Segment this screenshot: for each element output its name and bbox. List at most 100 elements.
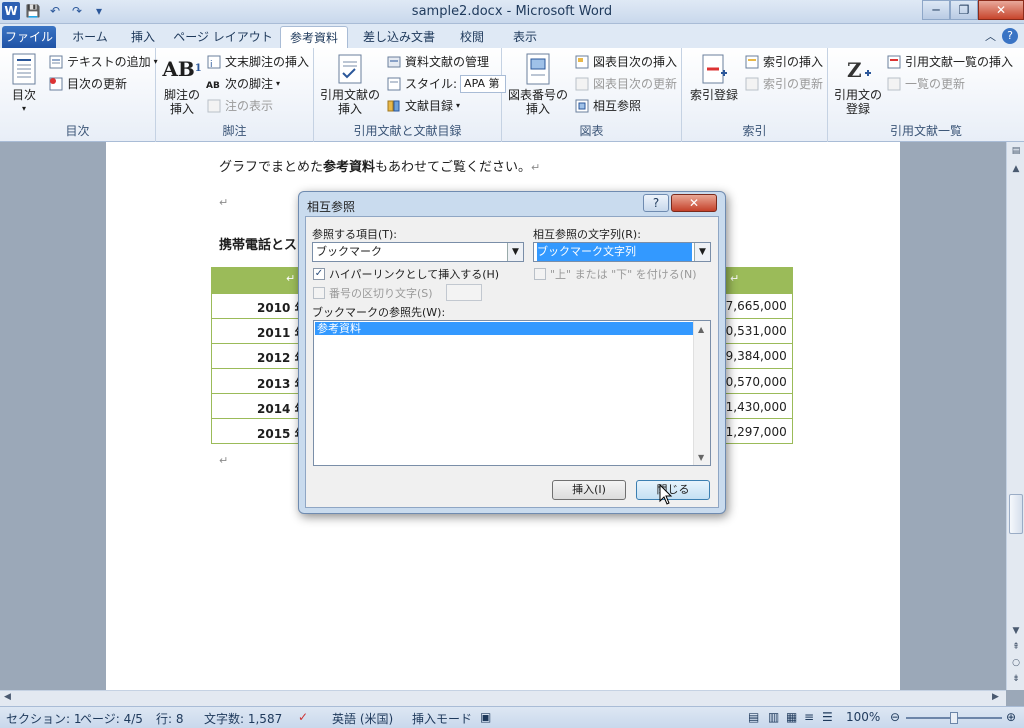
value-cell: 41,430,000 <box>718 400 787 414</box>
line1-bold: 参考資料 <box>323 160 376 175</box>
scroll-left-icon[interactable]: ◀ <box>4 692 11 702</box>
table-heading[interactable]: 携帯電話とス <box>219 234 297 253</box>
scroll-down-icon[interactable]: ▼ <box>1009 624 1023 638</box>
update-index-button[interactable]: 索引の更新 <box>744 74 823 94</box>
insert-index-icon <box>744 54 760 70</box>
web-layout-icon[interactable]: ▦ <box>786 710 797 724</box>
outline-icon[interactable]: ≡ <box>804 710 814 724</box>
tab-review[interactable]: 校閲 <box>452 26 492 48</box>
update-table-button[interactable]: 図表目次の更新 <box>574 74 677 94</box>
tab-insert[interactable]: 挿入 <box>124 26 162 48</box>
insert-index-button[interactable]: 索引の挿入 <box>744 52 823 72</box>
draft-icon[interactable]: ☰ <box>822 710 833 724</box>
style-icon <box>386 76 402 92</box>
reference-type-select[interactable]: ブックマーク ▼ <box>312 242 524 262</box>
cross-reference-button[interactable]: 相互参照 <box>574 96 641 116</box>
close-button[interactable]: 閉じる <box>636 480 710 500</box>
status-language[interactable]: 英語 (米国) <box>332 710 393 727</box>
full-screen-reading-icon[interactable]: ▥ <box>768 710 779 724</box>
scroll-up-icon[interactable]: ▲ <box>698 325 704 334</box>
separator-checkbox[interactable]: 番号の区切り文字(S) <box>313 285 433 301</box>
show-notes-button[interactable]: 注の表示 <box>206 96 273 116</box>
dialog-help-button[interactable]: ? <box>643 194 669 212</box>
status-word-count[interactable]: 文字数: 1,587 <box>204 710 282 727</box>
maximize-button[interactable]: ❐ <box>950 0 978 20</box>
group-index: 索引登録 索引の挿入 索引の更新 索引 <box>682 48 828 142</box>
value-cell: 41,297,000 <box>718 425 787 439</box>
zoom-level[interactable]: 100% <box>846 710 880 724</box>
insert-caption-button[interactable]: 図表番号の 挿入 <box>506 52 570 116</box>
reference-text-select[interactable]: ブックマーク文字列 ▼ <box>533 242 711 262</box>
header-cell-mark: ↵ <box>730 272 740 285</box>
update-authorities-button[interactable]: 一覧の更新 <box>886 74 965 94</box>
style-selector[interactable]: スタイル: APA 第 <box>386 74 507 94</box>
dialog-close-button[interactable]: ✕ <box>671 194 717 212</box>
line1-prefix: グラフでまとめた <box>219 160 324 175</box>
insert-footnote-button[interactable]: AB 1 脚注の 挿入 <box>160 52 204 116</box>
document-line-1[interactable]: グラフでまとめた参考資料もあわせてご覧ください。↵ <box>219 156 540 175</box>
table-of-figures-icon <box>574 54 590 70</box>
bookmark-list[interactable]: 参考資料 ▲ ▼ <box>313 320 711 466</box>
header-cell-mark: ↵ <box>286 272 296 285</box>
paragraph-mark: ↵ <box>219 454 229 467</box>
add-text-button[interactable]: テキストの追加 ▾ <box>48 52 158 72</box>
toc-button[interactable]: 目次 ▾ <box>6 52 42 116</box>
line1-suffix: もあわせてご覧ください。 <box>375 160 532 175</box>
list-scrollbar[interactable]: ▲ ▼ <box>693 321 710 465</box>
insert-table-of-figures-button[interactable]: 図表目次の挿入 <box>574 52 677 72</box>
insert-endnote-label: 文末脚注の挿入 <box>225 55 310 69</box>
proofing-icon[interactable]: ✓ <box>298 710 308 724</box>
help-icon[interactable]: ? <box>1002 28 1018 44</box>
above-below-checkbox[interactable]: "上" または "下" を付ける(N) <box>534 266 697 282</box>
ruler-toggle-icon[interactable]: ▤ <box>1009 144 1023 158</box>
next-footnote-button[interactable]: AB 次の脚注 ▾ <box>206 74 280 94</box>
list-item[interactable]: 参考資料 <box>315 322 693 335</box>
minimize-button[interactable]: ─ <box>922 0 950 20</box>
show-notes-label: 注の表示 <box>225 99 274 113</box>
status-page[interactable]: ページ: 4/5 <box>80 710 143 727</box>
scroll-down-icon[interactable]: ▼ <box>698 453 704 462</box>
scroll-right-icon[interactable]: ▶ <box>992 692 999 702</box>
reference-type-label: 参照する項目(T): <box>312 228 398 241</box>
hyperlink-checkbox[interactable]: ✓ ハイパーリンクとして挿入する(H) <box>313 266 499 282</box>
separator-input[interactable] <box>446 284 482 301</box>
vertical-scroll-thumb[interactable] <box>1009 494 1023 534</box>
zoom-out-icon[interactable]: ⊖ <box>890 710 900 724</box>
mark-entry-button[interactable]: 索引登録 <box>688 52 740 102</box>
status-section[interactable]: セクション: 1 <box>6 710 82 727</box>
hyperlink-label: ハイパーリンクとして挿入する(H) <box>329 268 500 281</box>
scroll-up-icon[interactable]: ▲ <box>1009 162 1023 176</box>
manage-sources-button[interactable]: 資料文献の管理 <box>386 52 489 72</box>
previous-page-icon[interactable]: ⇞ <box>1009 640 1023 654</box>
group-citations-label: 引用文献と文献目録 <box>353 124 462 138</box>
tab-home[interactable]: ホーム <box>66 26 114 48</box>
update-table-icon <box>574 76 590 92</box>
insert-table-of-authorities-button[interactable]: 引用文献一覧の挿入 <box>886 52 1013 72</box>
tab-references[interactable]: 参考資料 <box>280 26 348 48</box>
macro-recording-icon[interactable]: ▣ <box>480 710 491 724</box>
print-layout-icon[interactable]: ▤ <box>748 710 759 724</box>
browse-object-icon[interactable]: ○ <box>1009 656 1023 670</box>
bibliography-button[interactable]: 文献目録 ▾ <box>386 96 460 116</box>
horizontal-scrollbar[interactable]: ◀ ▶ <box>0 690 1006 706</box>
tab-view[interactable]: 表示 <box>502 26 548 48</box>
citation-icon <box>333 52 367 86</box>
close-window-button[interactable]: ✕ <box>978 0 1024 20</box>
style-dropdown[interactable]: APA 第 <box>460 75 507 93</box>
tab-mailings[interactable]: 差し込み文書 <box>356 26 442 48</box>
insert-button[interactable]: 挿入(I) <box>552 480 626 500</box>
insert-citation-button[interactable]: 引用文献の 挿入 <box>318 52 382 116</box>
status-insert-mode[interactable]: 挿入モード <box>412 710 472 727</box>
zoom-in-icon[interactable]: ⊕ <box>1006 710 1016 724</box>
minimize-ribbon-icon[interactable]: ︿ <box>985 28 996 44</box>
vertical-scrollbar[interactable]: ▤ ▲ ▼ ⇞ ○ ⇟ <box>1006 142 1024 690</box>
status-line[interactable]: 行: 8 <box>156 710 184 727</box>
value-cell: 40,570,000 <box>718 375 787 389</box>
insert-endnote-button[interactable]: i 文末脚注の挿入 <box>206 52 309 72</box>
update-toc-button[interactable]: 目次の更新 <box>48 74 127 94</box>
zoom-slider-handle[interactable] <box>950 712 958 724</box>
next-page-icon[interactable]: ⇟ <box>1009 672 1023 686</box>
mark-citation-button[interactable]: Z 引用文の 登録 <box>832 52 884 116</box>
tab-file[interactable]: ファイル <box>2 26 56 48</box>
tab-page-layout[interactable]: ページ レイアウト <box>172 26 274 48</box>
